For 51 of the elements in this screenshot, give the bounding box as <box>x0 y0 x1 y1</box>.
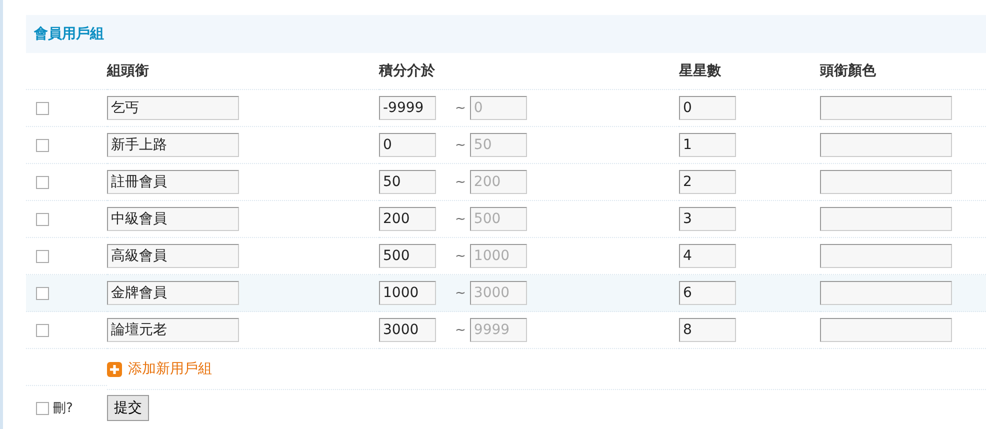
checkbox[interactable] <box>36 138 49 152</box>
name-field[interactable]: 註冊會員 <box>107 170 239 194</box>
checkbox[interactable] <box>36 102 49 114</box>
name-field[interactable]: 金牌會員 <box>107 281 239 305</box>
stars-field[interactable]: 4 <box>679 244 736 268</box>
stars-field[interactable]: 1 <box>679 133 736 157</box>
color-field[interactable] <box>820 244 952 268</box>
stars-field[interactable]: 0 <box>679 96 736 120</box>
color-field[interactable] <box>820 281 952 305</box>
stars-field[interactable]: 6 <box>679 281 736 305</box>
color-field[interactable] <box>820 133 952 157</box>
color-field[interactable] <box>820 207 952 231</box>
stars-field[interactable]: 2 <box>679 170 736 194</box>
range-separator: ~ <box>455 322 466 338</box>
column-header: 頭銜顏色 <box>820 62 876 80</box>
min-points-field[interactable]: 1000 <box>379 281 436 305</box>
column-header: 星星數 <box>679 62 721 80</box>
panel-title: 會員用戶組 <box>34 25 104 43</box>
name-field[interactable]: 論壇元老 <box>107 318 239 342</box>
range-separator: ~ <box>455 100 466 116</box>
color-field[interactable] <box>820 96 952 120</box>
checkbox[interactable] <box>36 402 49 414</box>
name-field[interactable]: 高級會員 <box>107 244 239 268</box>
color-field[interactable] <box>820 318 952 342</box>
min-points-field[interactable]: 500 <box>379 244 436 268</box>
column-header: 組頭銜 <box>107 62 149 80</box>
name-field[interactable]: 乞丐 <box>107 96 239 120</box>
min-points-field[interactable]: 200 <box>379 207 436 231</box>
range-separator: ~ <box>455 174 466 190</box>
min-points-field[interactable]: 3000 <box>379 318 436 342</box>
checkbox[interactable] <box>36 324 49 336</box>
checkbox[interactable] <box>36 286 49 300</box>
stars-field[interactable]: 8 <box>679 318 736 342</box>
min-points-field[interactable]: 0 <box>379 133 436 157</box>
range-separator: ~ <box>455 138 466 152</box>
min-points-field[interactable]: -9999 <box>379 96 436 120</box>
checkbox-label: 刪? <box>53 400 73 417</box>
checkbox[interactable] <box>36 250 49 262</box>
range-separator: ~ <box>455 212 466 226</box>
min-points-field[interactable]: 50 <box>379 170 436 194</box>
checkbox[interactable] <box>36 176 49 188</box>
stars-field[interactable]: 3 <box>679 207 736 231</box>
name-field[interactable]: 新手上路 <box>107 133 239 157</box>
checkbox[interactable] <box>36 212 49 226</box>
range-separator: ~ <box>455 248 466 264</box>
range-separator: ~ <box>455 286 466 300</box>
column-header: 積分介於 <box>379 62 435 80</box>
name-field[interactable]: 中級會員 <box>107 207 239 231</box>
color-field[interactable] <box>820 170 952 194</box>
submit-button[interactable]: 提交 <box>107 395 149 421</box>
plus-icon <box>107 362 122 376</box>
